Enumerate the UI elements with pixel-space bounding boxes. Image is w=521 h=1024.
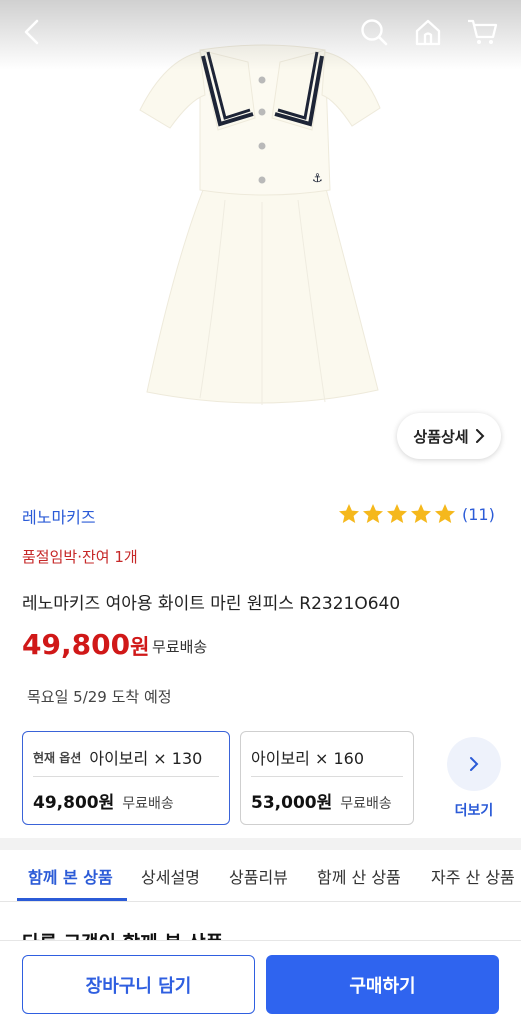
tab-bar: 함께 본 상품 상세설명 상품리뷰 함께 산 상품 자주 산 상품: [0, 850, 521, 902]
option-price: 53,000원: [251, 793, 333, 813]
buy-now-button[interactable]: 구매하기: [266, 955, 499, 1014]
tab-viewed-together[interactable]: 함께 본 상품: [28, 864, 113, 888]
option-card-selected[interactable]: 현재 옵션 아이보리 × 130 49,800원 무료배송: [22, 731, 230, 825]
chevron-right-icon: [475, 429, 485, 443]
product-title: 레노마키즈 여아용 화이트 마린 원피스 R2321O640: [22, 594, 401, 614]
rating-count: (11): [462, 504, 495, 524]
active-tab-indicator: [17, 898, 127, 901]
tab-description[interactable]: 상세설명: [141, 864, 200, 888]
option-name: 아이보리 × 130: [89, 749, 203, 768]
home-button[interactable]: [410, 14, 446, 50]
option-price: 49,800원: [33, 793, 115, 813]
more-options-button[interactable]: 더보기: [446, 736, 502, 822]
section-separator: [0, 838, 521, 850]
search-button[interactable]: [356, 14, 392, 50]
cart-icon: [468, 19, 498, 44]
product-detail-button[interactable]: 상품상세: [397, 413, 501, 459]
back-button[interactable]: [14, 14, 50, 50]
bottom-action-bar: 장바구니 담기 구매하기: [0, 940, 521, 1024]
product-price: 49,800원: [22, 628, 149, 661]
product-image[interactable]: ⚓ 상품상세: [0, 0, 521, 478]
option-name: 아이보리 × 160: [251, 749, 364, 768]
add-to-cart-button[interactable]: 장바구니 담기: [22, 955, 255, 1014]
option-shipping: 무료배송: [122, 796, 174, 812]
svg-text:⚓: ⚓: [312, 171, 323, 185]
home-icon: [415, 19, 441, 46]
shipping-info: 무료배송: [152, 638, 208, 656]
more-label: 더보기: [454, 803, 494, 819]
delivery-estimate: 목요일 5/29 도착 예정: [27, 688, 172, 706]
product-detail-label: 상품상세: [413, 427, 469, 446]
dress-illustration: ⚓: [139, 44, 381, 405]
chevron-left-icon: [24, 19, 39, 45]
option-divider: [251, 776, 403, 777]
more-circle: [447, 737, 501, 791]
rating[interactable]: (11): [338, 503, 495, 525]
star-rating-icon: [339, 504, 455, 523]
search-icon: [361, 19, 388, 46]
option-shipping: 무료배송: [340, 796, 392, 812]
brand-link[interactable]: 레노마키즈: [22, 504, 96, 528]
top-bar: [0, 0, 521, 66]
current-option-badge: 현재 옵션: [33, 750, 82, 765]
price-unit: 원: [130, 635, 150, 659]
cart-button[interactable]: [464, 14, 500, 50]
chevron-right-icon: [470, 757, 479, 771]
stock-notice: 품절임박·잔여 1개: [22, 548, 138, 566]
tab-bought-together[interactable]: 함께 산 상품: [317, 864, 401, 888]
tab-reviews[interactable]: 상품리뷰: [229, 864, 288, 888]
option-divider: [33, 776, 219, 777]
option-card[interactable]: 아이보리 × 160 53,000원 무료배송: [240, 731, 414, 825]
price-value: 49,800: [22, 628, 131, 661]
tab-frequently-bought[interactable]: 자주 산 상품: [431, 864, 515, 888]
